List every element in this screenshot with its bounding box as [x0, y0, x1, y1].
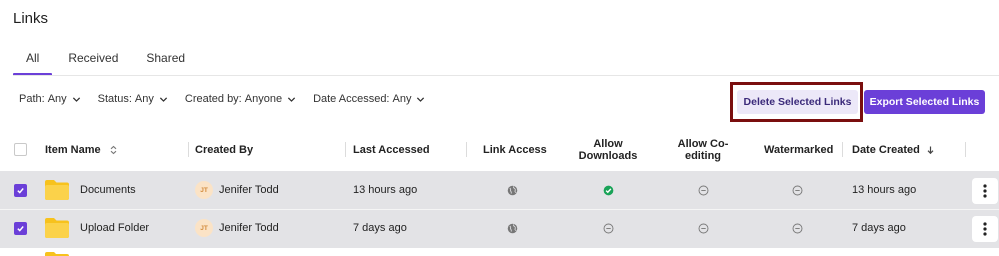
created-by-name: Jenifer Todd — [219, 184, 279, 196]
chevron-down-icon — [159, 96, 167, 102]
row-checkbox[interactable] — [14, 184, 27, 197]
tab-bar: All Received Shared — [13, 51, 198, 76]
column-allow-downloads-line2: Downloads — [578, 150, 638, 162]
filter-status-value: Any — [134, 93, 154, 105]
check-icon — [17, 226, 24, 232]
folder-icon — [45, 252, 69, 256]
minus-circle-icon — [792, 185, 803, 196]
globe-icon — [507, 223, 518, 234]
column-allow-coediting[interactable]: Allow Co- editing — [663, 138, 743, 162]
column-item-name-label: Item Name — [45, 144, 101, 156]
chevron-down-icon — [417, 96, 425, 102]
more-vertical-icon — [983, 184, 987, 198]
sort-icon — [110, 145, 117, 155]
export-selected-links-button[interactable]: Export Selected Links — [864, 90, 985, 114]
page-title: Links — [13, 10, 49, 27]
filter-bar: Path: Any Status: Any Created by: Anyone… — [19, 93, 425, 105]
filter-created-by[interactable]: Created by: Anyone — [185, 93, 296, 105]
filter-created-by-label: Created by: — [184, 93, 242, 105]
column-link-access[interactable]: Link Access — [483, 144, 547, 156]
minus-circle-icon — [792, 223, 803, 234]
item-name[interactable]: Upload Folder — [80, 222, 149, 234]
row-actions-button[interactable] — [972, 216, 998, 242]
item-name[interactable]: Documents — [80, 184, 136, 196]
tab-received[interactable]: Received — [52, 51, 131, 76]
minus-circle-icon — [603, 223, 614, 234]
column-created-by[interactable]: Created By — [195, 144, 253, 156]
date-created-value: 7 days ago — [852, 222, 906, 234]
column-divider — [842, 142, 843, 157]
column-allow-coediting-line2: editing — [684, 150, 722, 162]
last-accessed-value: 7 days ago — [353, 222, 407, 234]
filter-date-accessed-value: Any — [392, 93, 412, 105]
row-actions-button[interactable] — [972, 178, 998, 204]
column-allow-coediting-line1: Allow Co- — [677, 138, 729, 150]
column-allow-downloads[interactable]: Allow Downloads — [568, 138, 648, 162]
column-last-accessed[interactable]: Last Accessed — [353, 144, 430, 156]
check-circle-icon — [603, 185, 614, 196]
filter-path[interactable]: Path: Any — [19, 93, 81, 105]
table-row[interactable] — [0, 171, 999, 209]
check-icon — [17, 188, 24, 194]
column-date-created[interactable]: Date Created — [852, 144, 935, 156]
column-watermarked[interactable]: Watermarked — [764, 144, 833, 156]
folder-icon — [45, 180, 69, 200]
column-divider — [965, 142, 966, 157]
column-divider — [345, 142, 346, 157]
chevron-down-icon — [72, 96, 80, 102]
avatar: JT — [195, 219, 213, 237]
tab-divider — [13, 75, 999, 76]
tab-shared[interactable]: Shared — [131, 51, 198, 76]
globe-icon — [507, 185, 518, 196]
column-allow-downloads-line1: Allow — [593, 138, 623, 150]
filter-date-accessed[interactable]: Date Accessed: Any — [313, 93, 425, 105]
date-created-value: 13 hours ago — [852, 184, 917, 196]
created-by-name: Jenifer Todd — [219, 222, 279, 234]
filter-path-value: Any — [47, 93, 67, 105]
row-checkbox[interactable] — [14, 222, 27, 235]
minus-circle-icon — [698, 223, 709, 234]
column-date-created-label: Date Created — [852, 144, 920, 156]
filter-path-label: Path: — [19, 93, 45, 105]
column-item-name[interactable]: Item Name — [45, 144, 118, 156]
column-divider — [188, 142, 189, 157]
select-all-checkbox[interactable] — [14, 143, 27, 156]
last-accessed-value: 13 hours ago — [353, 184, 418, 196]
filter-status-label: Status: — [97, 93, 132, 105]
next-row-peek — [0, 251, 999, 256]
tab-all[interactable]: All — [13, 51, 53, 76]
filter-date-accessed-label: Date Accessed: — [313, 93, 390, 105]
more-vertical-icon — [983, 222, 987, 236]
avatar: JT — [195, 181, 213, 199]
table-row[interactable] — [0, 210, 999, 248]
chevron-down-icon — [287, 96, 296, 102]
delete-selected-links-button[interactable]: Delete Selected Links — [737, 90, 858, 114]
column-divider — [466, 142, 467, 157]
minus-circle-icon — [698, 185, 709, 196]
arrow-down-icon — [927, 146, 934, 155]
folder-icon — [45, 218, 69, 238]
filter-status[interactable]: Status: Any — [98, 93, 168, 105]
filter-created-by-value: Anyone — [244, 93, 283, 105]
